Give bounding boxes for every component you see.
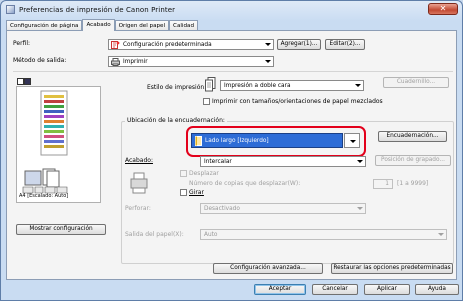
profile-select[interactable]: Configuración predeterminada xyxy=(108,39,274,50)
finishing-select[interactable]: Intercalar xyxy=(200,156,366,167)
punch-value: Desactivado xyxy=(204,205,240,212)
binding-location-value: Lado largo [Izquierdo] xyxy=(205,137,269,144)
mixed-paper-checkbox[interactable] xyxy=(203,98,210,105)
binding-dropdown-arrow[interactable] xyxy=(344,133,360,148)
tab-panel: Perfil: Configuración predeterminada Agr… xyxy=(6,30,457,280)
shift-range-label: [1 a 9999] xyxy=(397,180,429,187)
duplex-icon xyxy=(205,77,216,93)
cancel-button[interactable]: Cancelar xyxy=(312,284,358,295)
rotate-label: Girar xyxy=(189,189,204,196)
show-settings-button[interactable]: Mostrar configuración xyxy=(16,224,106,235)
booklet-button[interactable]: Cuadernillo... xyxy=(383,77,449,88)
binding-location-select[interactable]: Lado largo [Izquierdo] xyxy=(191,133,343,148)
chevron-down-icon xyxy=(265,43,271,46)
help-button[interactable]: Ayuda xyxy=(415,284,459,295)
preview-view-toggle-icon[interactable] xyxy=(17,78,31,85)
shift-label: Desplazar xyxy=(189,170,219,177)
finishing-value: Intercalar xyxy=(204,158,232,165)
printer-app-icon xyxy=(6,5,15,14)
chevron-down-icon xyxy=(350,140,356,143)
shift-count-stepper[interactable]: 1 xyxy=(373,179,393,189)
output-method-value: Imprimir xyxy=(123,58,148,65)
chevron-down-icon xyxy=(265,60,271,63)
paper-output-value: Auto xyxy=(204,231,218,238)
rotate-checkbox[interactable] xyxy=(180,189,187,196)
separator xyxy=(13,71,453,72)
shift-count-value: 1 xyxy=(385,181,389,187)
print-style-value: Impresión a doble cara xyxy=(224,82,291,89)
punch-label: Perforar: xyxy=(125,205,151,212)
close-button[interactable]: ✕ xyxy=(428,3,458,15)
print-style-select[interactable]: Impresión a doble cara xyxy=(220,80,364,91)
print-style-label: Estilo de impresión: xyxy=(147,84,207,91)
window-title: Preferencias de impresión de Canon Print… xyxy=(19,5,176,14)
tab-finishing[interactable]: Acabado xyxy=(82,19,115,31)
printer-icon xyxy=(111,57,120,66)
chevron-down-icon xyxy=(357,207,363,210)
profile-edit-button[interactable]: Editar(2)... xyxy=(325,39,365,50)
mixed-paper-label: Imprimir con tamaños/orientaciones de pa… xyxy=(212,98,383,105)
output-method-label: Método de salida: xyxy=(13,57,67,64)
profile-icon xyxy=(111,40,120,49)
gutter-button[interactable]: Encuadernación... xyxy=(378,131,447,142)
output-method-select[interactable]: Imprimir xyxy=(108,56,274,67)
binding-location-label: Ubicación de la encuadernación: xyxy=(125,117,227,124)
apply-button[interactable]: Aplicar xyxy=(364,284,410,295)
printing-preferences-window: Preferencias de impresión de Canon Print… xyxy=(0,0,463,301)
title-bar: Preferencias de impresión de Canon Print… xyxy=(1,1,462,18)
paper-output-label: Salida del papel(X): xyxy=(125,231,184,238)
shift-checkbox[interactable] xyxy=(180,170,187,177)
page-preview: A4 [Escalado: Auto] xyxy=(16,86,101,203)
punch-select[interactable]: Desactivado xyxy=(200,203,366,214)
restore-defaults-button[interactable]: Restaurar las opciones predeterminadas xyxy=(331,263,453,274)
advanced-settings-button[interactable]: Configuración avanzada... xyxy=(213,263,323,274)
chevron-down-icon xyxy=(438,233,444,236)
preview-caption: A4 [Escalado: Auto] xyxy=(19,193,69,199)
profile-label: Perfil: xyxy=(13,40,31,47)
profile-value: Configuración predeterminada xyxy=(123,41,212,48)
collate-printer-icon xyxy=(129,171,149,195)
chevron-down-icon xyxy=(357,160,363,163)
paper-output-select[interactable]: Auto xyxy=(200,229,447,240)
profile-add-button[interactable]: Agregar(1)... xyxy=(277,39,321,50)
document-preview-icon xyxy=(22,90,68,194)
ok-button[interactable]: Aceptar xyxy=(254,284,306,295)
finishing-label: Acabado: xyxy=(125,157,153,164)
binding-left-icon xyxy=(195,135,202,146)
chevron-down-icon xyxy=(355,84,361,87)
staple-position-button[interactable]: Posición de grapado... xyxy=(375,155,451,166)
shift-count-label: Número de copias que desplazar(W): xyxy=(189,180,301,187)
